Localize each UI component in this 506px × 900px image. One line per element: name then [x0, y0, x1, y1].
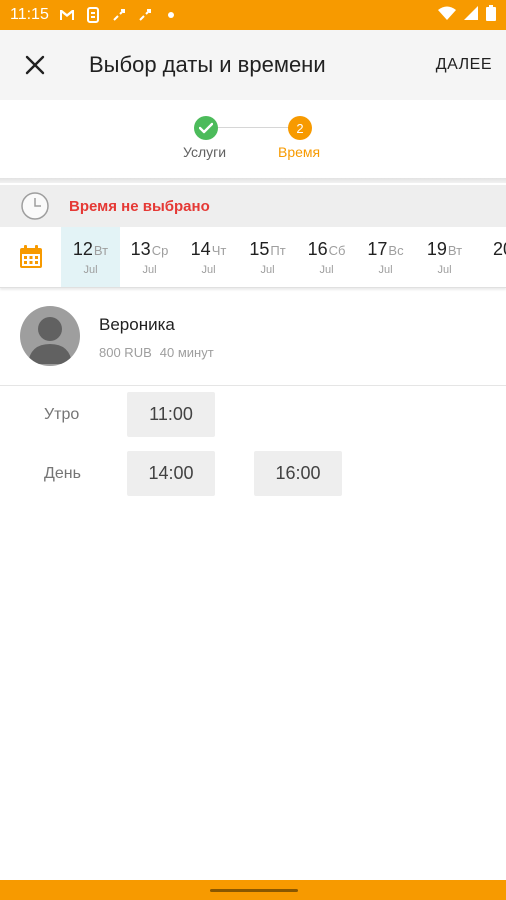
time-slot[interactable]: 14:00	[127, 451, 215, 496]
date-item[interactable]: 16Сб Jul	[297, 227, 356, 287]
date-row: 19Вт	[415, 239, 474, 260]
time-status-bar: Время не выбрано	[0, 185, 506, 227]
close-icon	[25, 55, 45, 75]
step-time-label: Время	[278, 144, 321, 160]
date-day: 20	[492, 239, 506, 259]
master-price: 800 RUB	[99, 345, 152, 360]
date-row: 14Чт	[179, 239, 238, 260]
stepper: 2 Услуги Время	[0, 100, 506, 178]
date-item[interactable]: 14Чт Jul	[179, 227, 238, 287]
app-bar: Выбор даты и времени ДАЛЕЕ	[0, 30, 506, 100]
master-card: Вероника 800 RUB 40 минут	[0, 293, 506, 386]
date-weekday: Ср	[151, 243, 169, 258]
step-time-marker: 2	[288, 116, 312, 140]
date-day: 17	[367, 239, 388, 259]
date-item[interactable]: 20	[474, 227, 506, 287]
date-row: 20	[474, 239, 506, 260]
date-weekday: Сб	[328, 243, 346, 258]
day-label: День	[44, 465, 81, 482]
morning-label: Утро	[44, 406, 80, 423]
date-row: 15Пт	[238, 239, 297, 260]
navigation-bar	[0, 880, 506, 900]
date-item[interactable]: 13Ср Jul	[120, 227, 179, 287]
master-meta: 800 RUB 40 минут	[99, 345, 214, 360]
date-weekday: Вт	[93, 243, 109, 258]
date-month: Jul	[260, 264, 275, 276]
status-bar: 11:15	[0, 0, 506, 30]
date-weekday: Чт	[211, 243, 227, 258]
date-day: 19	[426, 239, 447, 259]
sync-icon	[83, 5, 103, 25]
calendar-button[interactable]	[0, 227, 62, 287]
clock-icon	[21, 192, 49, 220]
date-month: Jul	[319, 264, 334, 276]
gmail-icon	[57, 5, 77, 25]
date-day: 16	[307, 239, 328, 259]
date-row: 12Вт	[61, 239, 120, 260]
page-title: Выбор даты и времени	[89, 52, 326, 77]
date-month: Jul	[142, 264, 157, 276]
date-row: 16Сб	[297, 239, 356, 260]
time-not-selected-message: Время не выбрано	[69, 197, 210, 215]
date-item[interactable]: 15Пт Jul	[238, 227, 297, 287]
calendar-icon	[19, 245, 42, 268]
wifi-icon	[438, 6, 456, 25]
battery-icon	[486, 4, 496, 26]
date-item[interactable]: 12Вт Jul	[61, 227, 120, 287]
date-weekday: Вт	[447, 243, 463, 258]
date-strip: 12Вт Jul 13Ср Jul 14Чт Jul 15Пт Jul 16Сб Jul 17Вс J…	[0, 227, 506, 288]
date-day: 13	[130, 239, 151, 259]
avatar	[20, 306, 80, 366]
time-slot[interactable]: 16:00	[254, 451, 342, 496]
signal-icon	[464, 5, 478, 25]
date-list: 12Вт Jul 13Ср Jul 14Чт Jul 15Пт Jul 16Сб Jul 17Вс J…	[61, 227, 506, 287]
date-month: Jul	[83, 264, 98, 276]
date-row: 17Вс	[356, 239, 415, 260]
status-time: 11:15	[10, 6, 49, 23]
date-row: 13Ср	[120, 239, 179, 260]
close-button[interactable]	[0, 30, 70, 100]
divider	[0, 178, 506, 183]
next-button[interactable]: ДАЛЕЕ	[436, 30, 492, 100]
stepper-connector	[218, 127, 290, 128]
dot-icon	[161, 5, 181, 25]
date-day: 12	[72, 239, 93, 259]
master-name: Вероника	[99, 315, 175, 334]
step-services-check-icon	[194, 116, 218, 140]
date-weekday: Вс	[388, 243, 404, 258]
master-duration: 40 минут	[159, 345, 214, 360]
date-month: Jul	[201, 264, 216, 276]
step-services-label[interactable]: Услуги	[183, 144, 226, 160]
person-icon	[28, 317, 72, 364]
time-slot[interactable]: 11:00	[127, 392, 215, 437]
date-weekday: Пт	[270, 243, 286, 258]
date-item[interactable]: 17Вс Jul	[356, 227, 415, 287]
date-month: Jul	[437, 264, 452, 276]
missed-call-icon	[109, 5, 129, 25]
home-handle[interactable]	[210, 889, 298, 892]
date-item[interactable]: 19Вт Jul	[415, 227, 474, 287]
date-day: 14	[190, 239, 211, 259]
missed-call-icon	[135, 5, 155, 25]
date-day: 15	[249, 239, 270, 259]
date-month: Jul	[378, 264, 393, 276]
